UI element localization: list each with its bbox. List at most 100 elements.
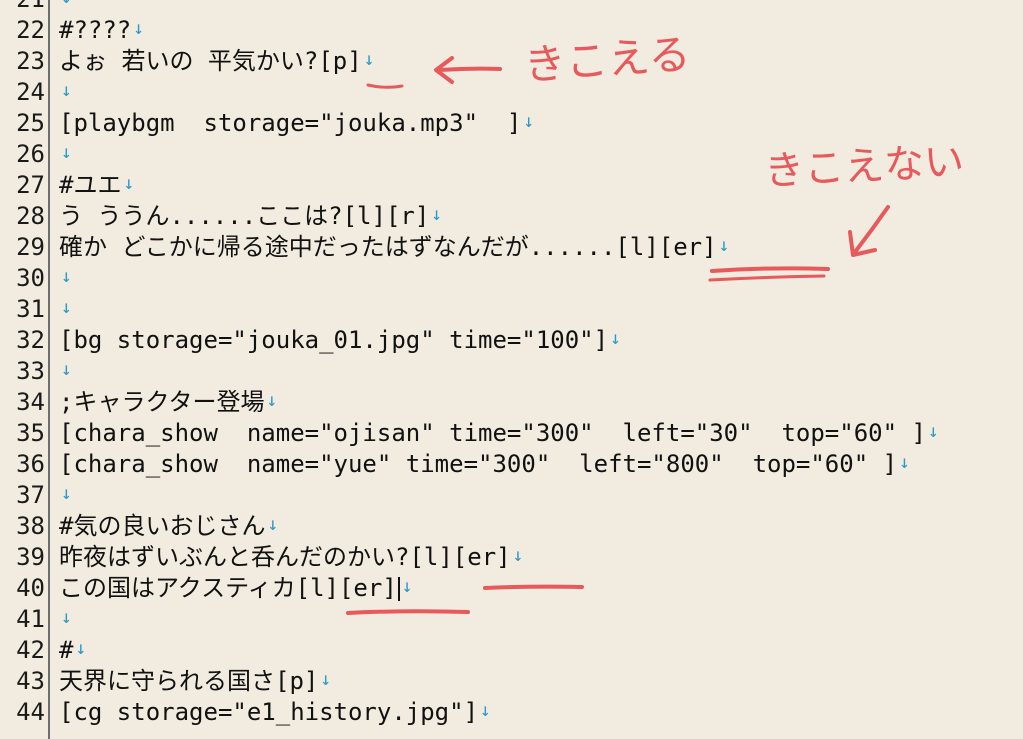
code-content: 確か どこかに帰る途中だったはずなんだが......[l][er]: [59, 233, 717, 261]
code-text[interactable]: う ううん......ここは?[l][r] ↓: [59, 201, 442, 234]
newline-marker-icon: ↓: [899, 452, 910, 473]
code-line[interactable]: 22 #???? ↓: [0, 15, 1023, 46]
code-line[interactable]: 21 ↓: [0, 0, 1023, 15]
newline-marker-icon: ↓: [320, 669, 332, 690]
code-line[interactable]: 42 # ↓: [0, 635, 1023, 666]
line-number: 43: [16, 667, 45, 695]
newline-marker-icon: ↓: [61, 0, 72, 8]
code-text[interactable]: ↓: [59, 294, 72, 327]
code-line[interactable]: 30 ↓: [0, 263, 1023, 294]
code-text[interactable]: この国はアクスティカ[l][er] ↓: [59, 573, 413, 606]
code-content: う ううん......ここは?[l][r]: [59, 202, 430, 230]
line-number: 40: [16, 574, 45, 602]
code-content: ;キャラクター登場: [59, 388, 265, 416]
line-number: 32: [16, 326, 45, 354]
text-editor[interactable]: 21 ↓ 22 #????↓ 23 よぉ 若いの 平気かい?[p]↓ 24 ↓ 25 [playb…: [0, 0, 1023, 739]
code-text[interactable]: [chara_show name="ojisan" time="300" lef…: [59, 418, 939, 451]
code-line[interactable]: 27 #ユエ ↓: [0, 170, 1023, 201]
newline-marker-icon: ↓: [61, 359, 72, 380]
line-number: 35: [16, 419, 45, 447]
code-text[interactable]: #ユエ ↓: [59, 170, 134, 203]
line-number: 22: [16, 16, 45, 44]
code-content: 天界に守られる国さ[p]: [59, 667, 319, 695]
line-number: 26: [16, 140, 45, 168]
code-line[interactable]: 34 ;キャラクター登場 ↓: [0, 387, 1023, 418]
code-text[interactable]: [chara_show name="yue" time="300" left="…: [59, 449, 910, 482]
code-line[interactable]: 29 確か どこかに帰る途中だったはずなんだが......[l][er] ↓: [0, 232, 1023, 263]
code-line[interactable]: 38 #気の良いおじさん ↓: [0, 511, 1023, 542]
code-line[interactable]: 36 [chara_show name="yue" time="300" left…: [0, 449, 1023, 480]
line-number: 44: [16, 698, 45, 726]
line-number: 37: [16, 481, 45, 509]
code-text[interactable]: 昨夜はずいぶんと呑んだのかい?[l][er] ↓: [59, 542, 523, 575]
line-number: 38: [16, 512, 45, 540]
code-line[interactable]: 35 [chara_show name="ojisan" time="300" l…: [0, 418, 1023, 449]
code-content: #気の良いおじさん: [59, 512, 266, 540]
line-number: 21: [0, 0, 48, 15]
code-line[interactable]: 28 う ううん......ここは?[l][r] ↓: [0, 201, 1023, 232]
code-line[interactable]: 26 ↓: [0, 139, 1023, 170]
newline-marker-icon: ↓: [480, 700, 491, 721]
code-line[interactable]: 41 ↓: [0, 604, 1023, 635]
newline-marker-icon: ↓: [512, 545, 524, 566]
line-number: 31: [16, 295, 45, 323]
code-line[interactable]: 31 ↓: [0, 294, 1023, 325]
code-text[interactable]: [playbgm storage="jouka.mp3" ] ↓: [59, 108, 534, 141]
line-number: 27: [16, 171, 45, 199]
line-number: 29: [16, 233, 45, 261]
line-number: 34: [16, 388, 45, 416]
line-number: 39: [16, 543, 45, 571]
code-content: [bg storage="jouka_01.jpg" time="100"]: [59, 326, 609, 354]
code-text[interactable]: # ↓: [59, 635, 86, 668]
code-content: [playbgm storage="jouka.mp3" ]: [59, 109, 522, 137]
code-text[interactable]: ;キャラクター登場 ↓: [59, 387, 277, 420]
code-text[interactable]: 確か どこかに帰る途中だったはずなんだが......[l][er] ↓: [59, 232, 729, 265]
line-number: 23: [16, 47, 45, 75]
line-number: 30: [16, 264, 45, 292]
newline-marker-icon: ↓: [61, 266, 72, 287]
newline-marker-icon: ↓: [363, 49, 375, 70]
code-line[interactable]: 40 この国はアクスティカ[l][er] ↓: [0, 573, 1023, 604]
code-line[interactable]: 37 ↓: [0, 480, 1023, 511]
line-number: 28: [16, 202, 45, 230]
code-text[interactable]: [cg storage="e1_history.jpg"] ↓: [59, 697, 491, 730]
line-number: 25: [16, 109, 45, 137]
code-text[interactable]: ↓: [59, 604, 72, 637]
line-number: 24: [16, 78, 45, 106]
code-text[interactable]: #気の良いおじさん ↓: [59, 511, 278, 544]
newline-marker-icon: ↓: [610, 328, 621, 349]
code-text[interactable]: 天界に守られる国さ[p] ↓: [59, 666, 331, 699]
code-content: [chara_show name="yue" time="300" left="…: [59, 450, 898, 478]
code-line[interactable]: 32 [bg storage="jouka_01.jpg" time="100"]…: [0, 325, 1023, 356]
newline-marker-icon: ↓: [61, 607, 72, 628]
code-content: 昨夜はずいぶんと呑んだのかい?[l][er]: [59, 543, 511, 571]
code-line[interactable]: 24 ↓: [0, 77, 1023, 108]
code-content: この国はアクスティカ[l][er]: [59, 574, 397, 602]
newline-marker-icon: ↓: [133, 18, 145, 39]
code-line[interactable]: 23 よぉ 若いの 平気かい?[p] ↓: [0, 46, 1023, 77]
line-number: 36: [16, 450, 45, 478]
code-text[interactable]: ↓: [59, 77, 72, 110]
newline-marker-icon: ↓: [266, 390, 278, 411]
newline-marker-icon: ↓: [523, 111, 535, 132]
code-text[interactable]: ↓: [59, 263, 72, 296]
code-content: [chara_show name="ojisan" time="300" lef…: [59, 419, 926, 447]
code-line[interactable]: 25 [playbgm storage="jouka.mp3" ] ↓: [0, 108, 1023, 139]
code-text[interactable]: ↓: [59, 139, 72, 172]
code-text[interactable]: ↓: [59, 356, 72, 389]
code-line[interactable]: 33 ↓: [0, 356, 1023, 387]
text-caret: [397, 577, 400, 601]
code-text[interactable]: #???? ↓: [59, 15, 144, 48]
code-text[interactable]: ↓: [59, 480, 72, 513]
newline-marker-icon: ↓: [123, 173, 135, 194]
newline-marker-icon: ↓: [431, 204, 443, 225]
code-content: [cg storage="e1_history.jpg"]: [59, 698, 479, 726]
code-text[interactable]: [bg storage="jouka_01.jpg" time="100"] ↓: [59, 325, 621, 358]
code-content: #: [59, 636, 74, 664]
code-line[interactable]: 43 天界に守られる国さ[p] ↓: [0, 666, 1023, 697]
newline-marker-icon: ↓: [927, 421, 939, 442]
code-line[interactable]: 39 昨夜はずいぶんと呑んだのかい?[l][er] ↓: [0, 542, 1023, 573]
code-line[interactable]: 44 [cg storage="e1_history.jpg"] ↓: [0, 697, 1023, 728]
newline-marker-icon: ↓: [61, 297, 72, 318]
code-text[interactable]: よぉ 若いの 平気かい?[p] ↓: [59, 46, 375, 79]
